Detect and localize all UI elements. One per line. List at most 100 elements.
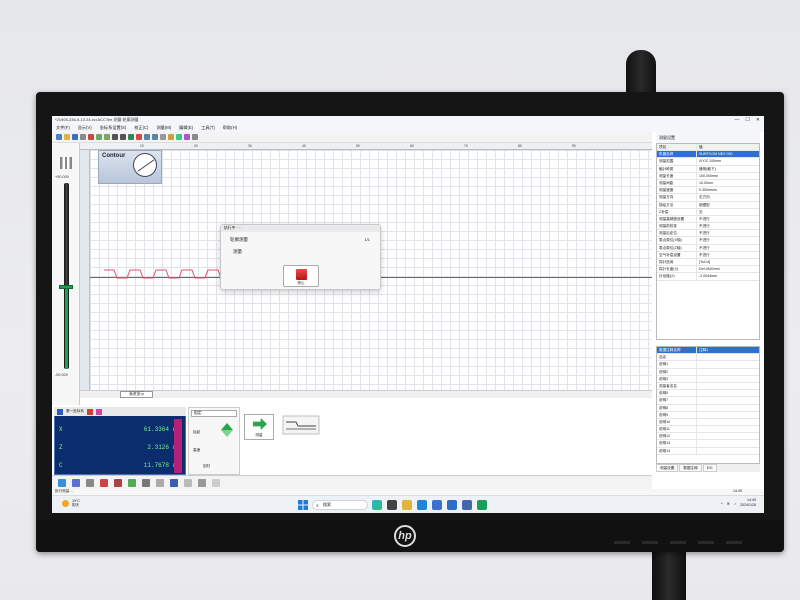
comment-value[interactable]	[697, 383, 759, 389]
new-file-icon[interactable]	[56, 134, 62, 140]
comment-row[interactable]: 说明3	[657, 375, 759, 383]
wifi-icon[interactable]: ≋	[727, 501, 730, 506]
menu-file[interactable]: 文件(F)	[56, 125, 70, 131]
settings-row[interactable]: 触针种类 通常(触下)	[657, 165, 759, 173]
move-icon[interactable]	[58, 478, 66, 487]
volume-icon[interactable]: ♪	[734, 501, 736, 506]
tab-settings[interactable]: 测量设置	[656, 464, 679, 472]
comment-row[interactable]: 说明13	[657, 440, 759, 448]
settings-row[interactable]: 描绘方法 钢锯型	[657, 201, 759, 209]
comment-row[interactable]: 说明7	[657, 397, 759, 405]
comment-value[interactable]	[697, 354, 759, 360]
clock[interactable]: 14:49 2024/1/26	[740, 498, 756, 508]
menu-help[interactable]: 帮助(H)	[223, 125, 237, 131]
print-icon[interactable]	[80, 134, 86, 140]
menu-measure[interactable]: 测量(M)	[156, 125, 171, 131]
settings-row[interactable]: 机器名称 SURFCOM NEX 030	[657, 151, 759, 159]
up-arrow-icon[interactable]	[219, 422, 235, 438]
comment-value[interactable]	[697, 440, 759, 446]
fast-checkbox[interactable]: 高速	[193, 448, 200, 453]
copilot-icon[interactable]	[372, 500, 382, 510]
comment-row[interactable]: 说明11	[657, 426, 759, 434]
comment-row[interactable]: 说明14	[657, 447, 759, 455]
eraser-icon[interactable]	[142, 478, 150, 487]
fit-icon[interactable]	[160, 134, 166, 140]
settings-row[interactable]: 零点原位(Z轴) 不进行	[657, 244, 759, 252]
menu-tools[interactable]: 工具(T)	[201, 125, 215, 131]
menu-edit[interactable]: 编辑(E)	[179, 125, 193, 131]
stop-button[interactable]: 停止	[283, 265, 319, 287]
undo-icon[interactable]	[112, 134, 118, 140]
minimize-button[interactable]: —	[734, 117, 739, 123]
chevron-up-icon[interactable]: ^	[721, 501, 723, 506]
taskbar-search[interactable]: ⌕ 搜索	[312, 500, 368, 510]
shape-icon[interactable]	[128, 478, 136, 487]
task-view-icon[interactable]	[387, 500, 397, 510]
menu-coordinate[interactable]: 坐标系设置(S)	[100, 125, 127, 131]
measure-start-icon[interactable]	[128, 134, 134, 140]
comment-row[interactable]: 说明12	[657, 433, 759, 441]
graph-icon[interactable]	[176, 134, 182, 140]
comment-row[interactable]: 说明9	[657, 411, 759, 419]
settings-row[interactable]: 测量前校准 不进行	[657, 223, 759, 231]
settings-row[interactable]: 测量方向 右方向	[657, 194, 759, 202]
comment-value[interactable]	[697, 390, 759, 396]
settings-row[interactable]: 测量高精度设置 不进行	[657, 215, 759, 224]
view-mode-select[interactable]: 渐进显示	[120, 391, 154, 398]
comment-value[interactable]	[697, 361, 759, 367]
comment-row[interactable]: 说明10	[657, 418, 759, 427]
z-slider-thumb[interactable]	[59, 285, 73, 289]
comment-row[interactable]: 说明8	[657, 404, 759, 412]
settings-icon[interactable]	[168, 134, 174, 140]
return-button[interactable]: 回归	[203, 464, 210, 469]
settings-row[interactable]: 探针长度(X) Def.4620mm	[657, 266, 759, 274]
report-icon[interactable]	[184, 134, 190, 140]
stop-icon[interactable]	[136, 134, 142, 140]
settings-row[interactable]: 空气补偿设置 不进行	[657, 251, 759, 259]
clear-icon[interactable]	[212, 478, 220, 487]
ruler-icon[interactable]	[184, 478, 192, 487]
settings-row[interactable]: 测量速度 0.300mm/s	[657, 187, 759, 195]
outlook-icon[interactable]	[447, 500, 457, 510]
file-explorer-icon[interactable]	[402, 500, 412, 510]
settings-row[interactable]: 测量后定位 不进行	[657, 230, 759, 238]
coord-system-tab[interactable]: 第一坐标系	[66, 409, 84, 414]
paste-icon[interactable]	[104, 134, 110, 140]
zoom-in-icon[interactable]	[144, 134, 150, 140]
save-icon[interactable]	[72, 134, 78, 140]
measure-tool-icon[interactable]	[170, 478, 178, 487]
redo-icon[interactable]	[120, 134, 126, 140]
stylus-profile-icon[interactable]	[282, 414, 320, 436]
settings-row[interactable]: Z补偿无	[657, 208, 759, 216]
comment-value[interactable]	[697, 369, 759, 375]
comment-value[interactable]	[697, 419, 759, 425]
mode-select[interactable]: 粗定	[191, 410, 237, 417]
copy-icon[interactable]	[96, 134, 102, 140]
measure-button[interactable]: 测量	[244, 414, 274, 440]
cut-icon[interactable]	[88, 134, 94, 140]
comment-value[interactable]	[697, 376, 759, 382]
comment-value[interactable]	[697, 448, 759, 454]
comment-row[interactable]: 测量者名名	[657, 382, 759, 391]
open-folder-icon[interactable]	[64, 134, 70, 140]
maximize-button[interactable]: ☐	[745, 117, 749, 123]
comment-value[interactable]	[697, 426, 759, 432]
tab-exi[interactable]: EXI	[702, 464, 717, 472]
close-button[interactable]: ✕	[756, 117, 760, 123]
pen-icon[interactable]	[156, 478, 164, 487]
coord-tab-pink-icon[interactable]	[95, 408, 102, 415]
coord-tab-icon[interactable]	[57, 408, 63, 415]
app-icon[interactable]	[462, 500, 472, 510]
settings-row[interactable]: 测量范围 X/Y/Z 100mm	[657, 158, 759, 166]
comment-row[interactable]: 说明2	[657, 368, 759, 376]
angle-icon[interactable]	[198, 478, 206, 487]
comment-value[interactable]	[697, 397, 759, 403]
menu-calibrate[interactable]: 校正(C)	[134, 125, 148, 131]
comment-row[interactable]: 品名	[657, 354, 759, 362]
edge-icon[interactable]	[417, 500, 427, 510]
settings-row[interactable]: 测量长度 100.000mm	[657, 172, 759, 180]
comment-value[interactable]	[697, 405, 759, 411]
settings-row[interactable]: 测量间距 10.00um	[657, 179, 759, 188]
measurement-canvas[interactable]: Contour ↖ 执行中 · · · 轮廓测量 1/1 测量 停止	[90, 150, 652, 390]
comment-value[interactable]	[697, 433, 759, 439]
